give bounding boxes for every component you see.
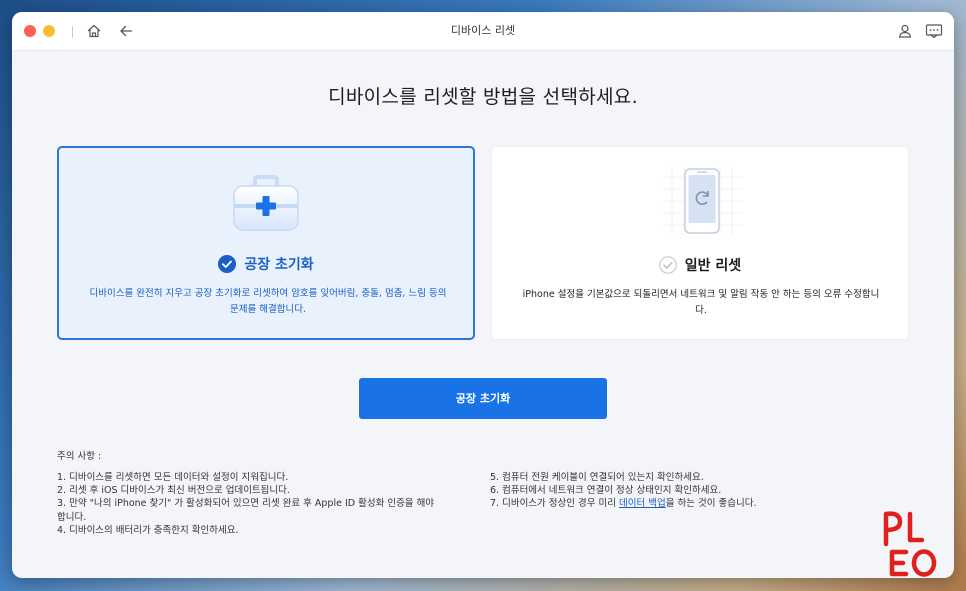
close-window-button[interactable] xyxy=(24,25,36,37)
factory-reset-option-card[interactable]: 공장 초기화 디바이스를 완전히 지우고 공장 초기화로 리셋하여 암호를 잊어… xyxy=(57,146,475,340)
note-item: 4. 디바이스의 배터리가 충족한지 확인하세요. xyxy=(57,524,239,536)
note-item: 3. 만약 "나의 iPhone 찾기" 가 활성화되어 있으면 리셋 완료 후… xyxy=(57,498,435,523)
note-7-suffix: 을 하는 것이 좋습니다. xyxy=(665,498,757,510)
factory-reset-title: 공장 초기화 xyxy=(59,254,473,274)
normal-reset-title-text: 일반 리셋 xyxy=(684,258,742,274)
minimize-window-button[interactable] xyxy=(43,25,55,37)
window-title: 디바이스 리셋 xyxy=(450,24,516,37)
note-item: 6. 컴퓨터에서 네트워크 연결이 정상 상태인지 확인하세요. xyxy=(490,485,722,497)
selected-check-icon xyxy=(218,255,237,273)
title-bar: 디바이스 리셋 xyxy=(12,12,954,51)
normal-reset-description: iPhone 설정을 기본값으로 되돌리면서 네트워크 및 알림 작동 안 하는… xyxy=(522,289,880,316)
titlebar-divider xyxy=(72,26,73,38)
factory-reset-button[interactable]: 공장 초기화 xyxy=(359,378,607,419)
home-icon[interactable] xyxy=(86,23,102,39)
note-item: 5. 컴퓨터 전원 케이블이 연결되어 있는지 확인하세요. xyxy=(490,472,704,483)
user-icon[interactable] xyxy=(897,23,913,39)
note-item: 2. 리셋 후 iOS 디바이스가 최신 버전으로 업데이트됩니다. xyxy=(57,485,290,497)
app-window: 디바이스 리셋 디바이스를 리셋할 방법을 선택하세요. 공장 초기화 디바이스… xyxy=(12,12,954,578)
toolbox-illustration-icon xyxy=(231,174,301,238)
notes-left-list: 1. 디바이스를 리셋하면 모든 데이터와 설정이 지워집니다. 2. 리셋 후… xyxy=(57,471,437,537)
note-item: 1. 디바이스를 리셋하면 모든 데이터와 설정이 지워집니다. xyxy=(57,472,289,483)
normal-reset-option-card[interactable]: 일반 리셋 iPhone 설정을 기본값으로 되돌리면서 네트워크 및 알림 작… xyxy=(491,146,909,340)
factory-reset-title-text: 공장 초기화 xyxy=(244,257,314,273)
note-7-prefix: 7. 디바이스가 정상인 경우 미리 xyxy=(490,498,620,510)
note-item: 7. 디바이스가 정상인 경우 미리 데이터 백업을 하는 것이 좋습니다. xyxy=(490,497,910,510)
normal-reset-title: 일반 리셋 xyxy=(492,255,908,275)
pleo-logo xyxy=(878,508,948,580)
unselected-check-icon xyxy=(658,256,677,274)
notes-right-list: 5. 컴퓨터 전원 케이블이 연결되어 있는지 확인하세요. 6. 컴퓨터에서 … xyxy=(490,471,910,511)
phone-refresh-illustration-icon xyxy=(658,165,746,241)
feedback-icon[interactable] xyxy=(925,23,943,39)
factory-reset-description: 디바이스를 완전히 지우고 공장 초기화로 리셋하여 암호를 잊어버림, 충돌,… xyxy=(89,288,447,315)
data-backup-link[interactable]: 데이터 백업 xyxy=(619,498,666,509)
back-arrow-icon[interactable] xyxy=(118,23,134,39)
notes-title: 주의 사항 : xyxy=(57,451,102,462)
page-heading: 디바이스를 리셋할 방법을 선택하세요. xyxy=(328,86,638,108)
